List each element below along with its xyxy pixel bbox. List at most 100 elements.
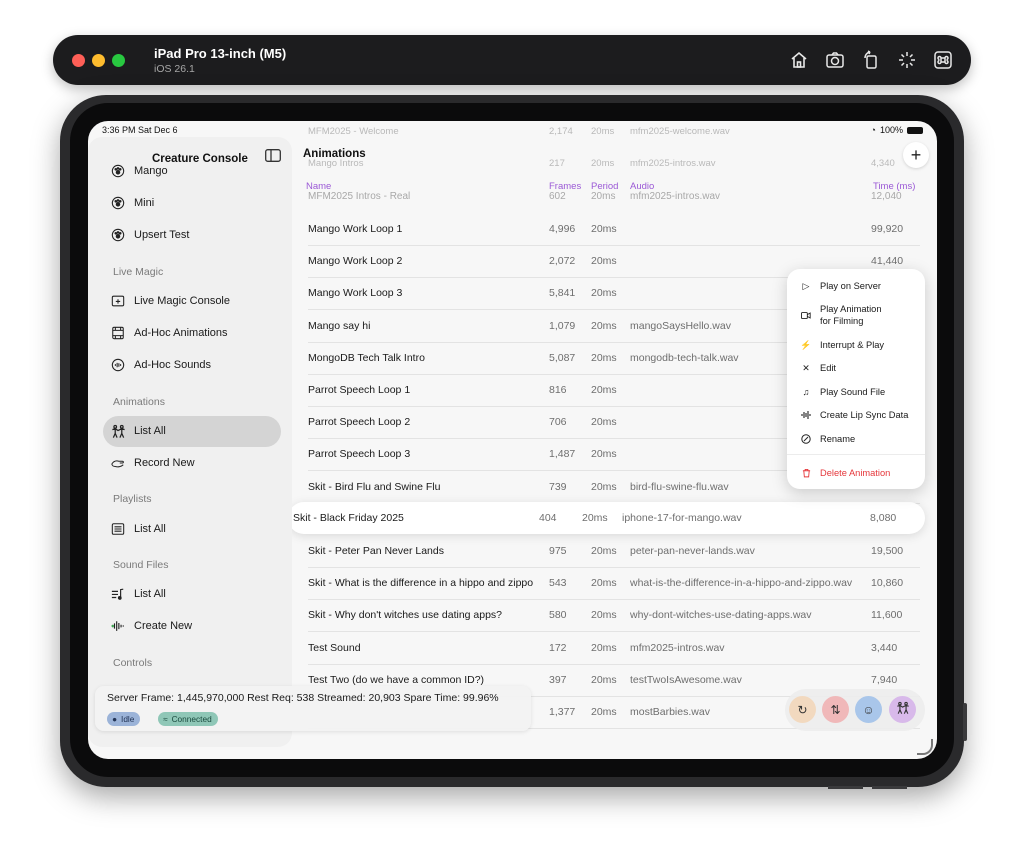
section-live-magic: Live Magic xyxy=(113,266,164,278)
row-period: 20ms xyxy=(591,416,617,429)
badge-label: Idle xyxy=(121,714,135,724)
sidebar-item-adhoc-sounds[interactable]: Ad-Hoc Sounds xyxy=(110,354,211,376)
row-period: 20ms xyxy=(591,480,617,493)
sync-button[interactable]: ⇅ xyxy=(822,696,849,723)
sidebar-toggle-icon[interactable] xyxy=(265,149,281,162)
row-time: 99,920 xyxy=(871,223,904,235)
creatures-button[interactable] xyxy=(889,696,916,723)
sidebar-item-label: List All xyxy=(134,523,166,535)
table-row[interactable]: Test Sound 172 20ms mfm2025-intros.wav 3,440 xyxy=(308,632,920,665)
table-row[interactable]: Skit - What is the difference in a hippo… xyxy=(308,567,920,601)
reset-button[interactable]: ↻ xyxy=(789,696,816,723)
status-time: 3:36 PM Sat Dec 6 xyxy=(102,125,178,135)
sidebar: Creature Console Mango Mini Upsert Test … xyxy=(88,137,292,747)
row-period: 20ms xyxy=(591,255,617,268)
person-wave-button[interactable]: ☺ xyxy=(855,696,882,723)
row-time: 19,500 xyxy=(871,545,904,557)
menu-item-edit[interactable]: ✕ Edit xyxy=(801,362,836,374)
shake-icon[interactable] xyxy=(893,47,921,73)
table-row[interactable]: Mango Work Loop 1 4,996 20ms 99,920 xyxy=(308,213,920,246)
row-time: 10,860 xyxy=(871,577,904,590)
sidebar-item-label: List All xyxy=(134,588,166,600)
row-frames: 5,087 xyxy=(549,351,576,364)
sidebar-item-live-magic-console[interactable]: Live Magic Console xyxy=(110,290,230,312)
os-version: iOS 26.1 xyxy=(154,63,195,75)
sidebar-item-playlists-list-all[interactable]: List All xyxy=(110,518,166,540)
table-row[interactable]: Skit - Why don't witches use dating apps… xyxy=(308,599,920,633)
row-time: 8,080 xyxy=(870,512,897,524)
selected-table-row[interactable]: Skit - Black Friday 2025 404 20ms iphone… xyxy=(288,502,925,534)
add-animation-button[interactable]: + xyxy=(903,142,929,168)
waveform-circle-icon xyxy=(110,357,126,373)
screenshot-icon[interactable] xyxy=(821,47,849,73)
partial-row-audio: mfm2025-intros.wav xyxy=(630,191,721,202)
sidebar-item-mini[interactable]: Mini xyxy=(110,192,154,214)
menu-item-label: Interrupt & Play xyxy=(820,340,885,350)
zoom-window-button[interactable] xyxy=(112,54,125,67)
command-icon[interactable] xyxy=(929,47,957,73)
row-name: Mango Work Loop 3 xyxy=(308,287,403,300)
row-frames: 404 xyxy=(539,512,557,524)
table-row[interactable]: Skit - Peter Pan Never Lands 975 20ms peter… xyxy=(308,535,920,568)
sidebar-item-label: Mango xyxy=(134,165,168,177)
menu-item-play-on-server[interactable]: ▷ Play on Server xyxy=(801,280,881,292)
ghost-row-name: MFM2025 - Welcome xyxy=(308,126,399,137)
row-audio: mfm2025-intros.wav xyxy=(630,641,725,654)
battery-percent: 100% xyxy=(879,125,903,135)
row-frames: 543 xyxy=(549,577,567,590)
row-frames: 1,377 xyxy=(549,706,576,718)
section-sound-files: Sound Files xyxy=(113,559,169,571)
row-frames: 816 xyxy=(549,384,567,396)
rotate-icon[interactable] xyxy=(857,47,885,73)
menu-item-play-sound-file[interactable]: ♫ Play Sound File xyxy=(801,386,886,398)
bolt-icon: ⚡ xyxy=(800,340,812,350)
sidebar-item-animations-list-all[interactable]: List All xyxy=(110,420,166,442)
status-badge-idle: ● Idle xyxy=(107,712,141,726)
row-frames: 706 xyxy=(549,416,567,429)
ghost-row-period: 20ms xyxy=(591,158,615,169)
paw-icon xyxy=(110,163,126,179)
counterclockwise-arrow-icon: ↻ xyxy=(797,702,808,717)
section-animations: Animations xyxy=(113,396,165,408)
row-frames: 975 xyxy=(549,545,567,557)
sidebar-item-create-new-sound[interactable]: Create New xyxy=(110,615,192,637)
sidebar-item-adhoc-animations[interactable]: Ad-Hoc Animations xyxy=(110,322,228,344)
row-audio: mostBarbies.wav xyxy=(630,706,710,718)
sidebar-item-label: Upsert Test xyxy=(134,229,190,241)
menu-item-rename[interactable]: Rename xyxy=(801,433,855,445)
sidebar-item-mango[interactable]: Mango xyxy=(110,160,168,182)
sidebar-item-label: Ad-Hoc Sounds xyxy=(134,359,212,371)
device-volume-button xyxy=(828,786,863,789)
resize-grabber[interactable] xyxy=(917,739,933,755)
sidebar-item-record-new[interactable]: Record New xyxy=(110,452,195,474)
sidebar-item-sound-files-list-all[interactable]: List All xyxy=(110,583,166,605)
row-name: Parrot Speech Loop 2 xyxy=(308,416,411,429)
row-frames: 5,841 xyxy=(549,287,576,300)
device-name: iPad Pro 13-inch (M5) xyxy=(154,46,287,61)
menu-item-delete-animation[interactable]: Delete Animation xyxy=(801,467,890,479)
row-time: 11,600 xyxy=(871,609,903,622)
menu-item-label: Play Sound File xyxy=(820,387,886,397)
page-title: Animations xyxy=(303,148,366,160)
wifi-icon: ◔ xyxy=(870,125,876,135)
row-audio: mongodb-tech-talk.wav xyxy=(630,351,739,364)
row-frames: 580 xyxy=(549,609,567,622)
sidebar-item-upsert-test[interactable]: Upsert Test xyxy=(110,224,189,246)
plus-icon: + xyxy=(910,144,922,165)
context-menu: ▷ Play on Server Play Animation for Film… xyxy=(787,269,925,489)
partial-row-frames: 602 xyxy=(549,191,566,202)
trash-icon xyxy=(801,467,811,479)
row-period: 20ms xyxy=(591,641,617,654)
close-window-button[interactable] xyxy=(72,54,85,67)
menu-item-create-lip-sync[interactable]: Create Lip Sync Data xyxy=(801,409,908,421)
menu-item-label: Edit xyxy=(820,363,837,373)
minimize-window-button[interactable] xyxy=(92,54,105,67)
row-period: 20ms xyxy=(591,287,617,300)
row-period: 20ms xyxy=(591,223,617,235)
menu-item-interrupt-play[interactable]: ⚡ Interrupt & Play xyxy=(800,339,885,351)
pencil-icon: ✕ xyxy=(802,363,810,373)
home-icon[interactable] xyxy=(785,47,813,73)
menu-item-play-for-filming[interactable]: Play Animation for Filming xyxy=(801,303,882,327)
row-time: 3,440 xyxy=(871,641,898,654)
play-icon: ▷ xyxy=(802,281,810,291)
